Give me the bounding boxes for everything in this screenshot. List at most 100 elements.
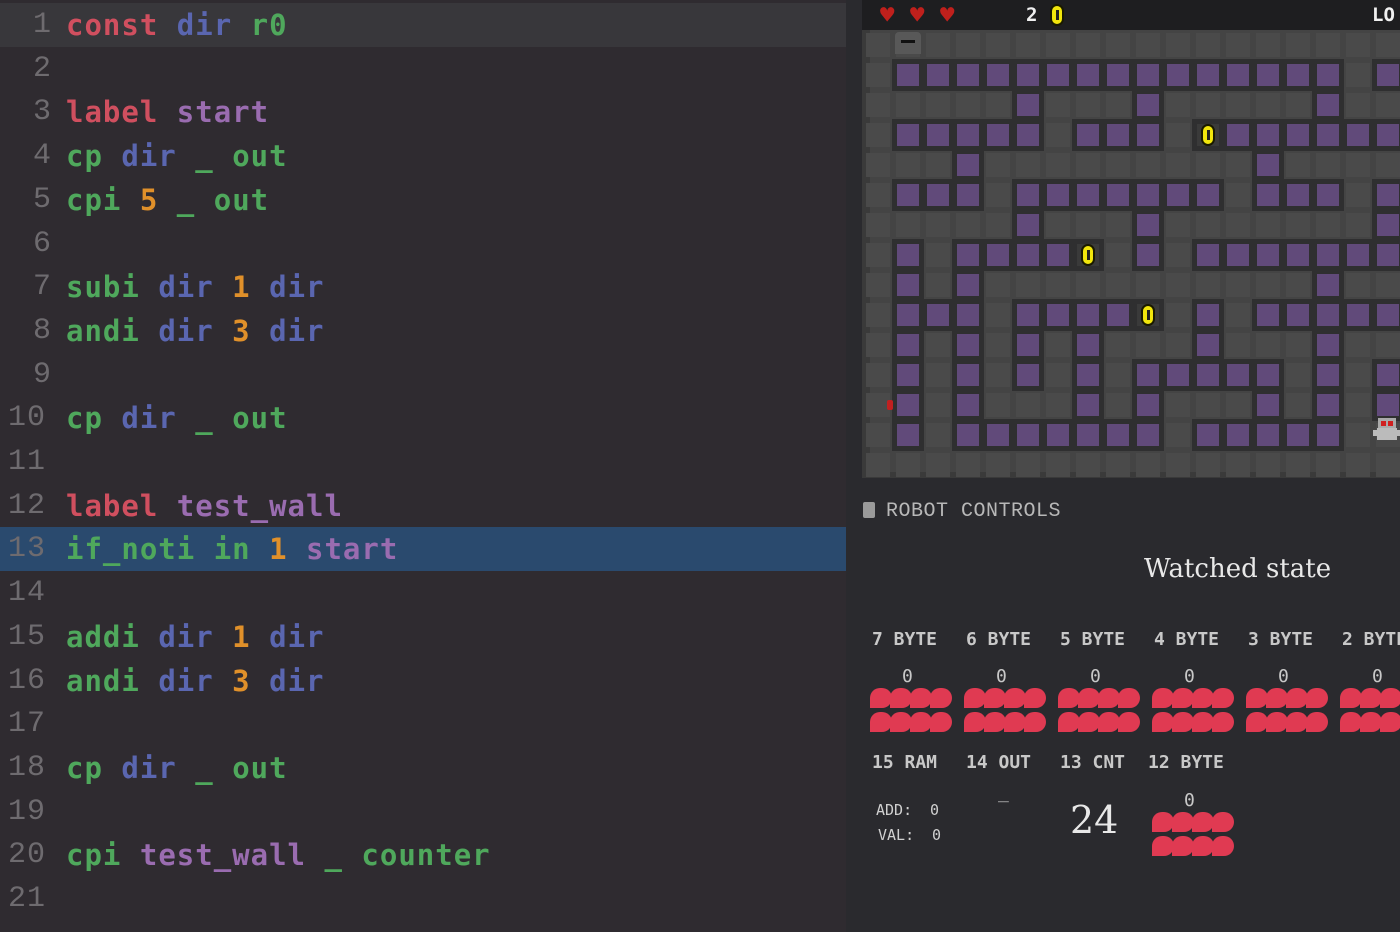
bit-toggle[interactable] (1306, 712, 1328, 732)
bit-toggle[interactable] (1246, 688, 1268, 708)
code-line[interactable]: 8 andi dir 3 dir (0, 309, 846, 353)
ram-val-value: 0 (932, 826, 942, 844)
bit-toggle[interactable] (1118, 712, 1140, 732)
bit-toggle[interactable] (870, 712, 892, 732)
path-cell (892, 269, 924, 301)
code-line[interactable]: 17 (0, 702, 846, 746)
code-token: dir (158, 313, 214, 348)
path-cell (1012, 89, 1044, 121)
maze-tile (1046, 33, 1070, 57)
bit-toggle[interactable] (1266, 712, 1288, 732)
code-line[interactable]: 6 (0, 222, 846, 266)
bit-toggle[interactable] (1098, 688, 1120, 708)
bit-toggle[interactable] (1078, 688, 1100, 708)
maze-tile (1016, 153, 1040, 177)
bit-toggle[interactable] (1340, 712, 1362, 732)
code-editor[interactable]: 1 const dir r0 2 3 label start 4 cp dir _ out 5… (0, 0, 846, 932)
code-line[interactable]: 5 cpi 5 _ out (0, 178, 846, 222)
bit-toggle[interactable] (1004, 688, 1026, 708)
bit-toggle[interactable] (890, 712, 912, 732)
code-line[interactable]: 9 (0, 353, 846, 397)
bit-toggle[interactable] (1192, 836, 1214, 856)
bit-toggle[interactable] (1380, 712, 1400, 732)
bit-toggle[interactable] (1172, 836, 1194, 856)
bit-toggle[interactable] (1360, 712, 1382, 732)
panel-divider[interactable] (846, 0, 862, 932)
path-cell (1312, 239, 1344, 271)
maze-tile (1286, 33, 1310, 57)
code-line[interactable]: 7 subi dir 1 dir (0, 265, 846, 309)
maze-tile (1346, 213, 1370, 237)
bit-toggle[interactable] (1172, 712, 1194, 732)
bit-toggle[interactable] (1024, 688, 1046, 708)
book-icon[interactable] (863, 502, 875, 518)
maze-tile (1166, 273, 1190, 297)
code-line[interactable]: 12 label test_wall (0, 484, 846, 528)
bit-display (1152, 812, 1236, 856)
maze-tile (926, 33, 950, 57)
bit-toggle[interactable] (1192, 812, 1214, 832)
bit-toggle[interactable] (1266, 688, 1288, 708)
path-cell (1252, 389, 1284, 421)
bit-toggle[interactable] (1024, 712, 1046, 732)
bit-toggle[interactable] (964, 712, 986, 732)
bit-toggle[interactable] (1152, 688, 1174, 708)
bit-toggle[interactable] (1058, 712, 1080, 732)
bit-toggle[interactable] (890, 688, 912, 708)
code-line[interactable]: 1 const dir r0 (0, 3, 846, 47)
bit-toggle[interactable] (1004, 712, 1026, 732)
bit-toggle[interactable] (1152, 812, 1174, 832)
bit-toggle[interactable] (910, 688, 932, 708)
bit-toggle[interactable] (1098, 712, 1120, 732)
bit-toggle[interactable] (1380, 688, 1400, 708)
code-line[interactable]: 18 cp dir _ out (0, 746, 846, 790)
code-line[interactable]: 15 addi dir 1 dir (0, 615, 846, 659)
bit-toggle[interactable] (1192, 712, 1214, 732)
maze-tile (1136, 33, 1160, 57)
bit-toggle[interactable] (1172, 688, 1194, 708)
bit-toggle[interactable] (870, 688, 892, 708)
bit-toggle[interactable] (1172, 812, 1194, 832)
bit-toggle[interactable] (1306, 688, 1328, 708)
bit-toggle[interactable] (984, 688, 1006, 708)
bit-toggle[interactable] (984, 712, 1006, 732)
bit-toggle[interactable] (1360, 688, 1382, 708)
bit-toggle[interactable] (1286, 688, 1308, 708)
robot-controls-title[interactable]: ROBOT CONTROLS (886, 500, 1061, 523)
maze-tile (1166, 153, 1190, 177)
code-line[interactable]: 2 (0, 47, 846, 91)
code-line[interactable]: 3 label start (0, 90, 846, 134)
code-line[interactable]: 11 (0, 440, 846, 484)
code-line[interactable]: 16 andi dir 3 dir (0, 659, 846, 703)
path-cell (1252, 359, 1284, 391)
bit-toggle[interactable] (1212, 812, 1234, 832)
bit-toggle[interactable] (910, 712, 932, 732)
bit-toggle[interactable] (1212, 712, 1234, 732)
path-cell (892, 389, 924, 421)
bit-toggle[interactable] (964, 688, 986, 708)
bit-toggle[interactable] (1212, 836, 1234, 856)
code-line[interactable]: 21 (0, 877, 846, 921)
bit-toggle[interactable] (1118, 688, 1140, 708)
bit-toggle[interactable] (1058, 688, 1080, 708)
bit-toggle[interactable] (1152, 836, 1174, 856)
bit-toggle[interactable] (930, 712, 952, 732)
bit-toggle[interactable] (1246, 712, 1268, 732)
bit-toggle[interactable] (1192, 688, 1214, 708)
bit-toggle[interactable] (1152, 712, 1174, 732)
code-line[interactable]: 4 cp dir _ out (0, 134, 846, 178)
bit-toggle[interactable] (1212, 688, 1234, 708)
code-line[interactable]: 14 (0, 571, 846, 615)
code-line[interactable]: 13 if_noti in 1 start (0, 527, 846, 572)
code-line[interactable]: 20 cpi test_wall _ counter (0, 833, 846, 877)
bit-toggle[interactable] (1340, 688, 1362, 708)
bit-toggle[interactable] (1078, 712, 1100, 732)
maze-tile (1106, 273, 1130, 297)
maze-tile (1106, 393, 1130, 417)
code-line[interactable]: 10 cp dir _ out (0, 396, 846, 440)
code-line[interactable]: 19 (0, 790, 846, 834)
register-value: 0 (1278, 666, 1289, 687)
bit-toggle[interactable] (1286, 712, 1308, 732)
bit-toggle[interactable] (930, 688, 952, 708)
path-cell (1192, 299, 1224, 331)
